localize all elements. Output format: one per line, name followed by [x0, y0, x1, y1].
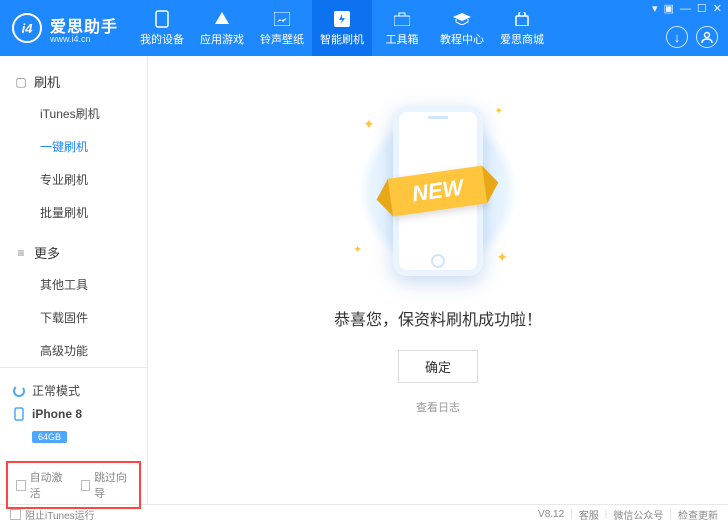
minimize-icon[interactable]: — — [680, 4, 691, 15]
success-illustration: ✦ ✦ ✦ ✦ NEW — [343, 96, 533, 286]
close-icon[interactable]: ✕ — [713, 4, 722, 15]
body: ▢刷机 iTunes刷机 一键刷机 专业刷机 批量刷机 ≡更多 其他工具 下载固… — [0, 56, 728, 504]
sidebar-item-other-tools[interactable]: 其他工具 — [0, 268, 147, 301]
wechat-link[interactable]: 微信公众号 — [613, 507, 663, 522]
skip-guide-checkbox[interactable]: 跳过向导 — [81, 469, 132, 501]
ok-button[interactable]: 确定 — [398, 350, 478, 383]
sidebar-device-status: 正常模式 iPhone 8 64GB — [0, 367, 147, 455]
main-content: ✦ ✦ ✦ ✦ NEW 恭喜您，保资料刷机成功啦！ 确定 查看日志 — [148, 56, 728, 504]
store-icon — [513, 10, 531, 28]
tutorial-icon — [453, 10, 471, 28]
mode-row[interactable]: 正常模式 — [12, 378, 135, 403]
storage-badge: 64GB — [32, 431, 67, 443]
device-icon — [12, 407, 26, 421]
mode-icon — [12, 384, 26, 398]
tab-toolbox[interactable]: 工具箱 — [372, 0, 432, 56]
tab-ringtone-wallpaper[interactable]: 铃声壁纸 — [252, 0, 312, 56]
maximize-icon[interactable]: ☐ — [697, 4, 707, 15]
header-right: ↓ — [666, 26, 718, 48]
sidebar-item-batch-flash[interactable]: 批量刷机 — [0, 196, 147, 229]
apps-icon — [213, 10, 231, 28]
phone-icon — [153, 10, 171, 28]
sidebar-item-pro-flash[interactable]: 专业刷机 — [0, 163, 147, 196]
main-tabs: 我的设备 应用游戏 铃声壁纸 智能刷机 工具箱 教程中心 爱思商城 — [132, 0, 552, 56]
window-controls: ▾ ▣ — ☐ ✕ — [652, 0, 728, 15]
sidebar-section-more[interactable]: ≡更多 — [0, 237, 147, 268]
sidebar-item-itunes-flash[interactable]: iTunes刷机 — [0, 97, 147, 130]
wallpaper-icon — [273, 10, 291, 28]
sidebar-item-advanced[interactable]: 高级功能 — [0, 334, 147, 367]
customer-service-link[interactable]: 客服 — [579, 507, 599, 522]
success-message: 恭喜您，保资料刷机成功啦！ — [334, 306, 542, 330]
more-icon: ≡ — [14, 246, 28, 260]
view-log-link[interactable]: 查看日志 — [416, 399, 460, 415]
tab-my-device[interactable]: 我的设备 — [132, 0, 192, 56]
logo[interactable]: i4 爱思助手 www.i4.cn — [0, 13, 132, 44]
sidebar-section-flash[interactable]: ▢刷机 — [0, 66, 147, 97]
device-row[interactable]: iPhone 8 — [12, 403, 135, 425]
header: i4 爱思助手 www.i4.cn 我的设备 应用游戏 铃声壁纸 智能刷机 工具… — [0, 0, 728, 56]
user-icon[interactable] — [696, 26, 718, 48]
tab-tutorial[interactable]: 教程中心 — [432, 0, 492, 56]
tab-smart-flash[interactable]: 智能刷机 — [312, 0, 372, 56]
sidebar-item-download-fw[interactable]: 下载固件 — [0, 301, 147, 334]
block-itunes-checkbox[interactable]: 阻止iTunes运行 — [10, 507, 95, 522]
options-highlight-box: 自动激活 跳过向导 — [6, 461, 141, 509]
check-update-link[interactable]: 检查更新 — [678, 507, 718, 522]
logo-icon: i4 — [12, 13, 42, 43]
menu-icon[interactable]: ▾ — [652, 4, 658, 15]
logo-subtitle: www.i4.cn — [50, 34, 118, 44]
tab-apps-games[interactable]: 应用游戏 — [192, 0, 252, 56]
sidebar-item-oneclick-flash[interactable]: 一键刷机 — [0, 130, 147, 163]
version-label: V8.12 — [538, 509, 564, 520]
download-icon[interactable]: ↓ — [666, 26, 688, 48]
toolbox-icon — [393, 10, 411, 28]
sidebar: ▢刷机 iTunes刷机 一键刷机 专业刷机 批量刷机 ≡更多 其他工具 下载固… — [0, 56, 148, 504]
phone-small-icon: ▢ — [14, 75, 28, 89]
skin-icon[interactable]: ▣ — [664, 4, 674, 15]
auto-activate-checkbox[interactable]: 自动激活 — [16, 469, 67, 501]
flash-icon — [333, 10, 351, 28]
tab-store[interactable]: 爱思商城 — [492, 0, 552, 56]
